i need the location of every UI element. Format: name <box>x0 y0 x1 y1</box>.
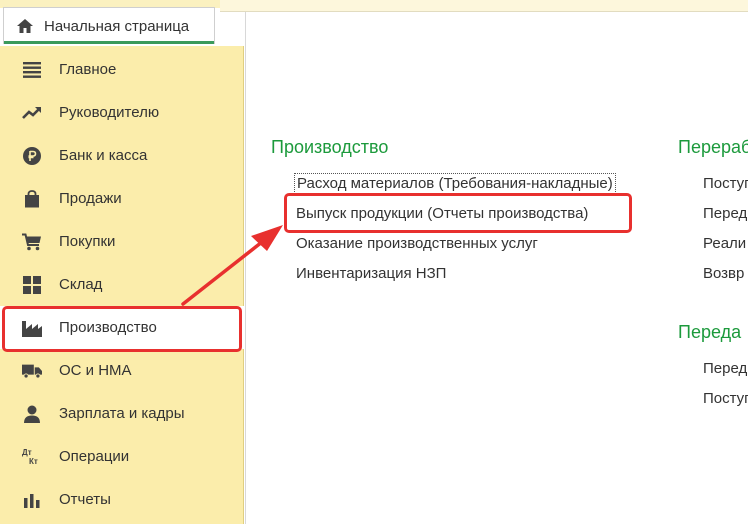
sidebar-item-warehouse[interactable]: Склад <box>0 263 244 306</box>
sidebar-item-label: Главное <box>59 61 117 78</box>
sidebar-item-label: Продажи <box>59 190 122 207</box>
credit-text: Кт <box>29 456 38 466</box>
section-title-production: Производство <box>271 137 389 157</box>
sidebar-item-label: Зарплата и кадры <box>59 405 185 422</box>
sidebar-item-sales[interactable]: Продажи <box>0 177 244 220</box>
warehouse-icon <box>22 275 42 295</box>
sidebar-item-label: Операции <box>59 448 130 465</box>
truck-icon <box>22 361 42 381</box>
active-tab-underline <box>4 41 214 44</box>
section-title-processing-given: Переда <box>678 322 742 342</box>
sidebar-item-label: Отчеты <box>59 491 111 508</box>
ruble-coin-icon <box>22 146 42 166</box>
link-processing-received-1[interactable]: Поступ <box>703 175 748 192</box>
debit-text: Дт <box>22 447 32 457</box>
highlight-box-production-menu <box>2 306 242 352</box>
link-processing-given-1[interactable]: Перед <box>703 360 747 377</box>
sidebar-item-salary[interactable]: Зарплата и кадры <box>0 392 244 435</box>
highlight-box-production-output <box>284 193 632 233</box>
link-processing-received-4[interactable]: Возвр <box>703 265 744 282</box>
link-production-services[interactable]: Оказание производственных услуг <box>296 235 538 252</box>
sidebar: Главное Руководителю Банк и касса Продаж… <box>0 46 244 524</box>
link-processing-given-2[interactable]: Поступ <box>703 390 748 407</box>
sidebar-item-fixed-assets[interactable]: ОС и НМА <box>0 349 244 392</box>
cart-icon <box>22 232 42 252</box>
link-materials-consumption[interactable]: Расход материалов (Требования-накладные) <box>294 173 616 194</box>
home-tab-label: Начальная страница <box>44 17 190 35</box>
home-tab[interactable]: Начальная страница <box>3 7 215 44</box>
debit-credit-icon: Дт Кт <box>22 447 42 467</box>
sidebar-item-label: Банк и касса <box>59 147 148 164</box>
person-icon <box>22 404 42 424</box>
sidebar-item-label: Склад <box>59 276 103 293</box>
sidebar-item-label: Покупки <box>59 233 116 250</box>
sidebar-item-bank[interactable]: Банк и касса <box>0 134 244 177</box>
home-icon <box>16 17 34 35</box>
shopping-bag-icon <box>22 189 42 209</box>
menu-lines-icon <box>22 60 42 80</box>
link-processing-received-3[interactable]: Реали <box>703 235 746 252</box>
trend-up-icon <box>22 103 42 123</box>
link-processing-received-2[interactable]: Перед <box>703 205 747 222</box>
bar-chart-icon <box>22 490 42 510</box>
sidebar-item-operations[interactable]: Дт Кт Операции <box>0 435 244 478</box>
tabs-strip <box>220 0 748 12</box>
sidebar-item-label: ОС и НМА <box>59 362 132 379</box>
sidebar-item-purchases[interactable]: Покупки <box>0 220 244 263</box>
sidebar-item-label: Руководителю <box>59 104 160 121</box>
sidebar-item-main[interactable]: Главное <box>0 48 244 91</box>
section-title-processing-received: Переработ <box>678 137 748 157</box>
sidebar-item-manager[interactable]: Руководителю <box>0 91 244 134</box>
link-wip-inventory[interactable]: Инвентаризация НЗП <box>296 265 446 282</box>
sidebar-item-reports[interactable]: Отчеты <box>0 478 244 521</box>
